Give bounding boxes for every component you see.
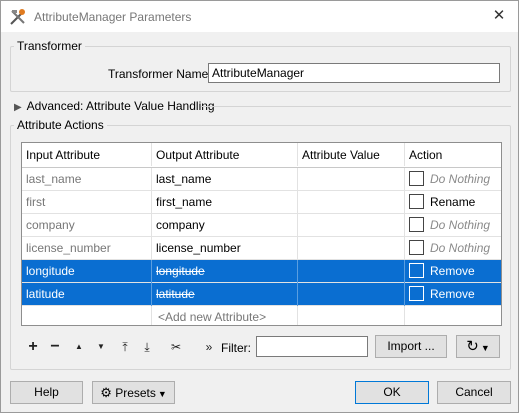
column-header-value[interactable]: Attribute Value — [298, 143, 405, 166]
output-attribute-cell[interactable]: longitude — [152, 260, 298, 283]
chevron-down-icon: ▼ — [480, 343, 490, 353]
table-row[interactable]: company company Do Nothing — [22, 214, 501, 237]
attribute-value-cell[interactable] — [298, 214, 405, 237]
action-checkbox[interactable] — [409, 194, 424, 210]
add-row-empty-cell[interactable] — [22, 306, 152, 325]
gear-icon: ⚙ — [100, 385, 112, 400]
output-attribute-cell[interactable]: latitude — [152, 283, 298, 306]
attribute-value-cell[interactable] — [298, 283, 405, 306]
action-label: Do Nothing — [430, 241, 491, 255]
table-row-selected[interactable]: longitude longitude Remove — [22, 260, 501, 283]
output-attribute-cell[interactable]: license_number — [152, 237, 298, 260]
add-row-value-cell[interactable] — [298, 306, 405, 325]
filter-input[interactable] — [256, 336, 368, 357]
input-attribute-cell: longitude — [22, 260, 152, 283]
presets-button[interactable]: ⚙ Presets ▼ — [92, 381, 175, 404]
close-icon: ✕ — [492, 7, 506, 24]
import-button[interactable]: Import ... — [375, 335, 447, 358]
action-label: Do Nothing — [430, 172, 491, 186]
action-cell[interactable]: Do Nothing — [405, 237, 501, 260]
add-row-action-cell[interactable] — [405, 306, 501, 325]
action-cell[interactable]: Remove — [405, 283, 501, 306]
dialog-window: AttributeManager Parameters ✕ Transforme… — [0, 0, 519, 413]
transformer-name-input[interactable] — [208, 63, 500, 83]
action-checkbox[interactable] — [409, 171, 424, 187]
column-header-action[interactable]: Action — [405, 143, 501, 166]
add-attribute-row[interactable]: <Add new Attribute> — [22, 306, 501, 325]
table-header-row: Input Attribute Output Attribute Attribu… — [22, 143, 501, 168]
chevron-down-icon: ▼ — [157, 389, 167, 399]
input-attribute-cell: last_name — [22, 168, 152, 191]
action-checkbox[interactable] — [409, 263, 424, 279]
action-label: Remove — [430, 264, 475, 278]
close-button[interactable]: ✕ — [488, 6, 510, 26]
help-button[interactable]: Help — [10, 381, 83, 404]
input-attribute-cell: license_number — [22, 237, 152, 260]
chevron-right-icon: ▶ — [14, 102, 22, 113]
table-row[interactable]: first first_name Rename — [22, 191, 501, 214]
action-label: Do Nothing — [430, 218, 491, 232]
output-attribute-cell[interactable]: last_name — [152, 168, 298, 191]
input-attribute-cell: latitude — [22, 283, 152, 306]
refresh-icon: ↻ — [466, 338, 479, 355]
window-title: AttributeManager Parameters — [34, 10, 192, 24]
output-attribute-cell[interactable]: first_name — [152, 191, 298, 214]
attribute-value-cell[interactable] — [298, 168, 405, 191]
title-bar: AttributeManager Parameters ✕ — [1, 1, 518, 32]
action-checkbox[interactable] — [409, 286, 424, 302]
table-row[interactable]: license_number license_number Do Nothing — [22, 237, 501, 260]
transformer-app-icon — [10, 9, 25, 25]
action-label: Remove — [430, 287, 475, 301]
action-cell[interactable]: Remove — [405, 260, 501, 283]
table-row-selected[interactable]: latitude latitude Remove — [22, 283, 501, 306]
more-options-icon[interactable]: » — [199, 337, 219, 357]
column-header-output[interactable]: Output Attribute — [152, 143, 298, 166]
input-attribute-cell: company — [22, 214, 152, 237]
transformer-group-title: Transformer — [14, 39, 85, 53]
output-attribute-cell[interactable]: company — [152, 214, 298, 237]
transformer-name-label: Transformer Name: — [108, 67, 212, 81]
action-checkbox[interactable] — [409, 217, 424, 233]
attribute-value-cell[interactable] — [298, 191, 405, 214]
action-label: Rename — [430, 195, 476, 209]
action-cell[interactable]: Do Nothing — [405, 168, 501, 191]
input-attribute-cell: first — [22, 191, 152, 214]
column-header-input[interactable]: Input Attribute — [22, 143, 152, 166]
move-up-icon[interactable]: ▲ — [69, 337, 89, 357]
add-new-attribute-placeholder[interactable]: <Add new Attribute> — [152, 306, 298, 325]
table-row[interactable]: last_name last_name Do Nothing — [22, 168, 501, 191]
add-row-icon[interactable]: + — [23, 337, 43, 357]
cancel-button[interactable]: Cancel — [437, 381, 511, 404]
move-down-icon[interactable]: ▼ — [91, 337, 111, 357]
filter-label: Filter: — [221, 341, 251, 355]
attribute-value-cell[interactable] — [298, 237, 405, 260]
advanced-divider — [201, 106, 511, 107]
presets-label: Presets — [115, 386, 156, 400]
advanced-section-toggle[interactable]: ▶ Advanced: Attribute Value Handling — [14, 99, 215, 113]
remove-row-icon[interactable]: − — [45, 337, 65, 357]
attribute-table: Input Attribute Output Attribute Attribu… — [21, 142, 502, 326]
cut-icon[interactable]: ✂ — [166, 337, 186, 357]
advanced-section-label: Advanced: Attribute Value Handling — [26, 99, 215, 113]
action-cell[interactable]: Rename — [405, 191, 501, 214]
action-checkbox[interactable] — [409, 240, 424, 256]
attribute-actions-group-title: Attribute Actions — [14, 118, 107, 132]
move-to-bottom-icon[interactable]: ⤓ — [137, 337, 157, 357]
refresh-dropdown-button[interactable]: ↻ ▼ — [456, 335, 500, 358]
action-cell[interactable]: Do Nothing — [405, 214, 501, 237]
attribute-value-cell[interactable] — [298, 260, 405, 283]
move-to-top-icon[interactable]: ⤒ — [115, 337, 135, 357]
ok-button[interactable]: OK — [355, 381, 429, 404]
